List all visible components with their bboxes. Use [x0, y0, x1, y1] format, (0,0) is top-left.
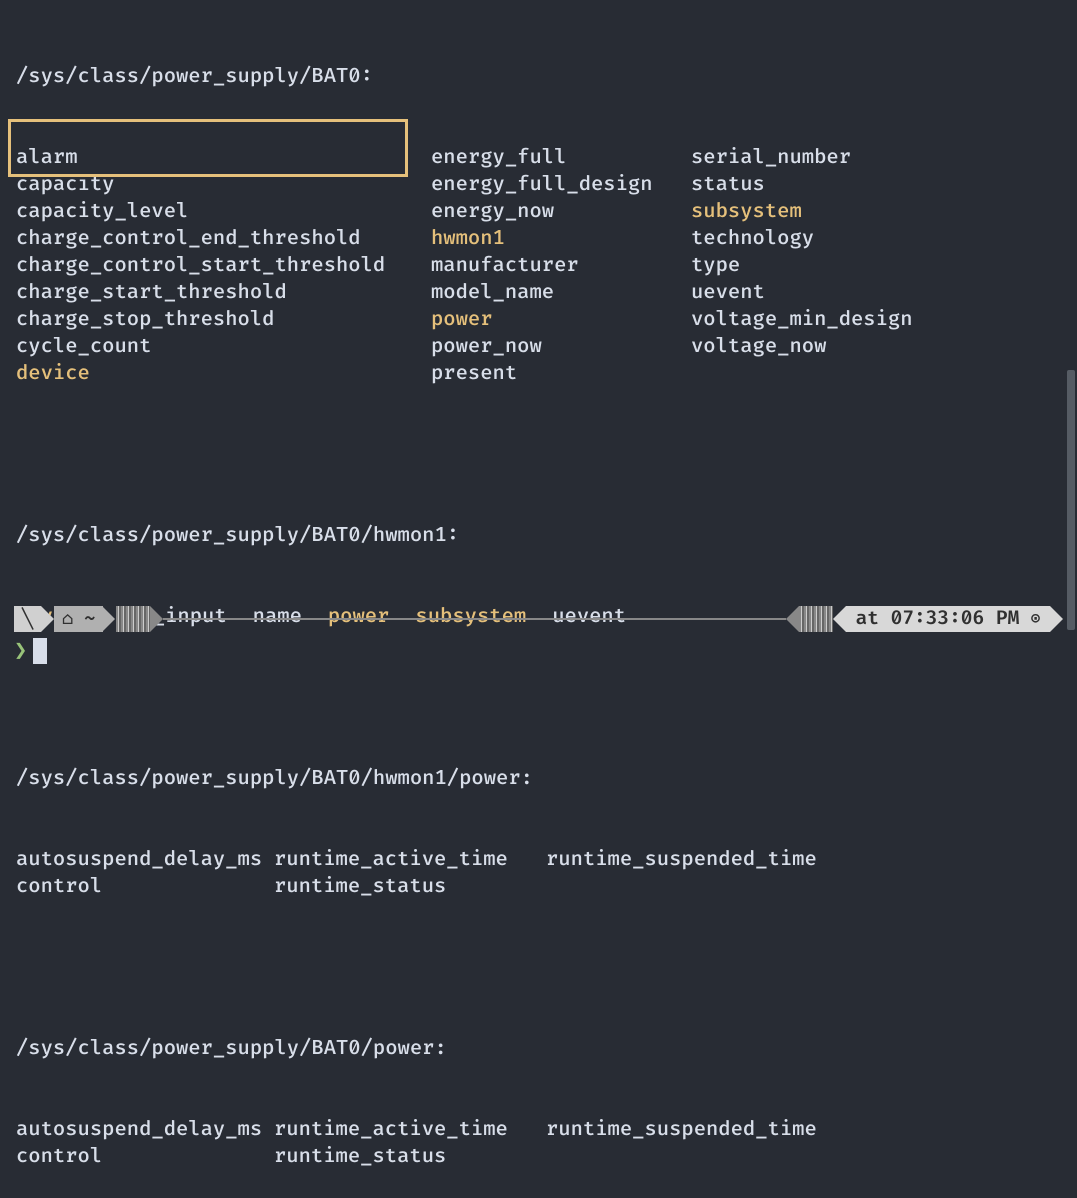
ls-entry: type [691, 253, 740, 280]
ls-entry: alarm [16, 145, 431, 172]
ls-entry: capacity [16, 172, 431, 199]
ls-entry: energy_full [431, 145, 691, 172]
ls-entry: voltage_now [691, 334, 826, 361]
arrow-icon [833, 606, 846, 632]
ls-entry: manufacturer [431, 253, 691, 280]
ls-entry: autosuspend_delay_ms [16, 847, 274, 874]
ls-columns-power: autosuspend_delay_msruntime_active_timer… [16, 1117, 1077, 1171]
ls-entry: technology [691, 226, 814, 253]
ls-entry: charge_start_threshold [16, 280, 431, 307]
tilde-path: ~ [84, 607, 95, 631]
ls-entry: model_name [431, 280, 691, 307]
prompt-line[interactable]: ❯ [14, 636, 47, 666]
ls-entry: energy_now [431, 199, 691, 226]
ls-entry: status [691, 172, 765, 199]
terminal-output: /sys/class/power_supply/BAT0: alarmenerg… [0, 10, 1077, 1198]
powerline-seg-time: at 07:33:06 PM ⊙ [846, 606, 1050, 632]
powerline-seg-caret: ╲ [14, 606, 41, 632]
ls-entry: device [16, 361, 431, 388]
arrow-icon [786, 606, 799, 632]
ls-entry: subsystem [691, 199, 802, 226]
home-icon: ⌂ [62, 607, 73, 631]
ls-entry: control [16, 874, 274, 901]
clock-icon: ⊙ [1031, 609, 1040, 629]
ls-entry: uevent [691, 280, 765, 307]
ls-entry: charge_stop_threshold [16, 307, 431, 334]
ls-entry: hwmon1 [431, 226, 691, 253]
ls-entry: runtime_status [274, 874, 546, 901]
ls-entry: runtime_active_time [274, 847, 546, 874]
arrow-icon [41, 606, 54, 632]
ls-entry: power_now [431, 334, 691, 361]
time-label: at 07:33:06 PM [856, 606, 1020, 632]
powerline-seg-home: ⌂ ~ [54, 606, 103, 632]
ls-entry: runtime_suspended_time [546, 847, 846, 874]
ls-entry: runtime_active_time [274, 1117, 546, 1144]
ls-entry: serial_number [691, 145, 851, 172]
cursor-block [33, 638, 47, 664]
arrow-icon [1050, 606, 1063, 632]
ls-entry: charge_control_end_threshold [16, 226, 431, 253]
section-header-hwmon1-power: /sys/class/power_supply/BAT0/hwmon1/powe… [16, 766, 1077, 793]
ls-entry: power [431, 307, 691, 334]
ls-entry: autosuspend_delay_ms [16, 1117, 274, 1144]
ls-columns-bat0: alarmenergy_fullserial_number capacityene… [16, 145, 1077, 388]
powerline-statusbar: ╲ ⌂ ~ at 07:33:06 PM ⊙ [14, 605, 1063, 633]
arrow-icon [102, 606, 115, 632]
ls-entry: charge_control_start_threshold [16, 253, 431, 280]
section-header-hwmon1: /sys/class/power_supply/BAT0/hwmon1: [16, 523, 1077, 550]
ls-entry: voltage_min_design [691, 307, 913, 334]
ls-entry: runtime_status [274, 1144, 546, 1171]
ls-entry: energy_full_design [431, 172, 691, 199]
ls-entry: control [16, 1144, 274, 1171]
ls-entry: cycle_count [16, 334, 431, 361]
ls-entry: runtime_suspended_time [546, 1117, 846, 1144]
ls-columns-hwmon1-power: autosuspend_delay_msruntime_active_timer… [16, 847, 1077, 901]
section-header-power: /sys/class/power_supply/BAT0/power: [16, 1036, 1077, 1063]
powerline-seg-noise-r [799, 606, 833, 632]
prompt-glyph: ❯ [14, 636, 27, 666]
arrow-icon [150, 606, 163, 632]
ls-entry: capacity_level [16, 199, 431, 226]
scrollbar-thumb[interactable] [1067, 370, 1075, 630]
section-header-bat0: /sys/class/power_supply/BAT0: [16, 64, 1077, 91]
powerline-seg-noise [116, 606, 150, 632]
ls-entry: present [431, 361, 691, 388]
powerline-midline [163, 618, 785, 620]
